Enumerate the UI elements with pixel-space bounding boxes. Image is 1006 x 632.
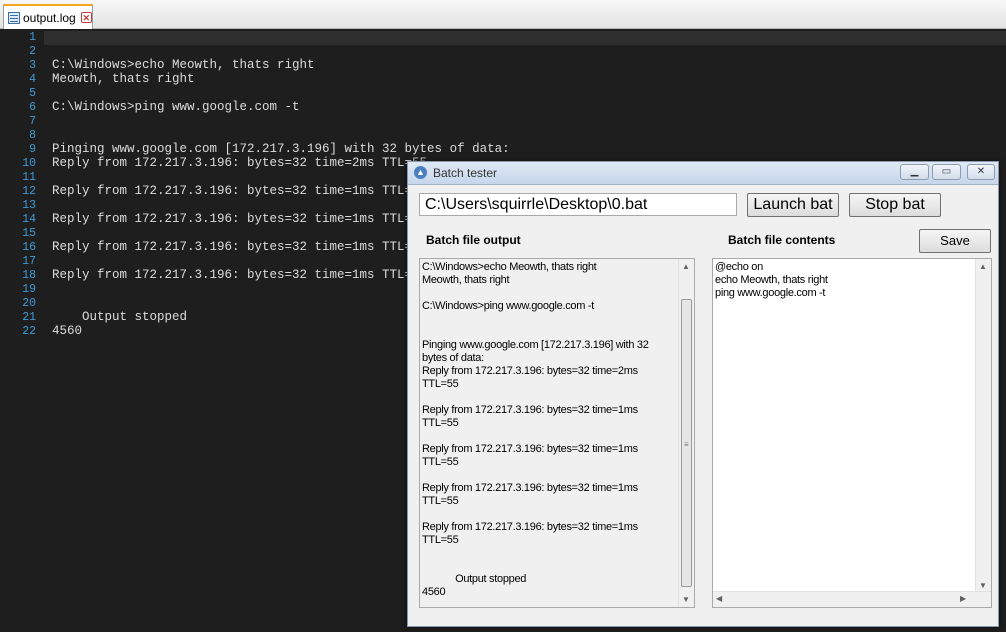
line-number: 13 <box>22 199 36 212</box>
line-number: 18 <box>22 269 36 282</box>
save-button[interactable]: Save <box>919 229 991 253</box>
code-line: Reply from 172.217.3.196: bytes=32 time=… <box>52 268 428 282</box>
line-number: 14 <box>22 213 36 226</box>
batch-contents-text: @echo on echo Meowth, thats right ping w… <box>715 261 828 299</box>
line-number: 8 <box>29 129 36 142</box>
contents-horizontal-scrollbar[interactable]: ◀ ▶ <box>713 591 991 607</box>
line-number: 10 <box>22 157 36 170</box>
code-line: Meowth, thats right <box>52 72 195 86</box>
minimize-button[interactable]: ▁ <box>900 164 929 180</box>
code-line: C:\Windows>ping www.google.com -t <box>52 100 300 114</box>
scrollbar-thumb[interactable]: ≡ <box>681 299 692 587</box>
current-line-highlight <box>44 31 1006 45</box>
editor-tab-bar: output.log ✕ <box>0 0 1006 29</box>
bat-path-input[interactable] <box>419 193 737 216</box>
code-line: Pinging www.google.com [172.217.3.196] w… <box>52 142 510 156</box>
scroll-up-icon[interactable]: ▲ <box>979 262 987 271</box>
line-number: 22 <box>22 325 36 338</box>
code-line: Reply from 172.217.3.196: bytes=32 time=… <box>52 212 428 226</box>
scroll-right-icon[interactable]: ▶ <box>960 594 966 603</box>
output-label: Batch file output <box>426 233 521 247</box>
output-vertical-scrollbar[interactable]: ▲ ≡ ▼ <box>678 259 694 607</box>
code-line: Output stopped <box>52 310 188 324</box>
line-number: 12 <box>22 185 36 198</box>
line-number: 17 <box>22 255 36 268</box>
launch-bat-button[interactable]: Launch bat <box>747 193 839 217</box>
scroll-left-icon[interactable]: ◀ <box>716 594 722 603</box>
scroll-down-icon[interactable]: ▼ <box>682 595 690 604</box>
code-line: Reply from 172.217.3.196: bytes=32 time=… <box>52 156 428 170</box>
line-number: 11 <box>22 171 36 184</box>
code-line: Reply from 172.217.3.196: bytes=32 time=… <box>52 240 428 254</box>
contents-label: Batch file contents <box>728 233 836 247</box>
scroll-up-icon[interactable]: ▲ <box>682 262 690 271</box>
stop-bat-button[interactable]: Stop bat <box>849 193 941 217</box>
document-icon <box>8 11 20 24</box>
tab-output-log[interactable]: output.log ✕ <box>3 4 93 29</box>
close-icon[interactable]: ✕ <box>80 12 92 23</box>
scroll-down-icon[interactable]: ▼ <box>979 581 987 590</box>
code-line: C:\Windows>echo Meowth, thats right <box>52 58 315 72</box>
line-number: 2 <box>29 45 36 58</box>
line-number: 19 <box>22 283 36 296</box>
batch-output-text: C:\Windows>echo Meowth, thats right Meow… <box>422 261 649 598</box>
line-number: 15 <box>22 227 36 240</box>
line-number: 1 <box>29 31 36 44</box>
code-line: Reply from 172.217.3.196: bytes=32 time=… <box>52 184 428 198</box>
line-number: 4 <box>29 73 36 86</box>
contents-vertical-scrollbar[interactable]: ▲ ▼ <box>975 259 991 593</box>
line-number: 16 <box>22 241 36 254</box>
title-bar[interactable]: ▲ Batch tester ▁ ▭ ✕ <box>408 162 998 185</box>
app-icon: ▲ <box>414 166 427 179</box>
maximize-button[interactable]: ▭ <box>932 164 961 180</box>
batch-output-textbox[interactable]: C:\Windows>echo Meowth, thats right Meow… <box>419 258 695 608</box>
line-number: 7 <box>29 115 36 128</box>
line-number: 5 <box>29 87 36 100</box>
code-line: 4560 <box>52 324 83 338</box>
batch-tester-window: ▲ Batch tester ▁ ▭ ✕ Launch bat Stop bat… <box>407 161 999 627</box>
batch-contents-textbox[interactable]: @echo on echo Meowth, thats right ping w… <box>712 258 992 608</box>
line-number: 21 <box>22 311 36 324</box>
line-number: 9 <box>29 143 36 156</box>
tab-label: output.log <box>23 10 76 25</box>
line-number: 3 <box>29 59 36 72</box>
line-number: 6 <box>29 101 36 114</box>
close-button[interactable]: ✕ <box>967 164 995 180</box>
line-number: 20 <box>22 297 36 310</box>
grip-icon: ≡ <box>684 440 689 449</box>
window-title: Batch tester <box>433 166 498 180</box>
